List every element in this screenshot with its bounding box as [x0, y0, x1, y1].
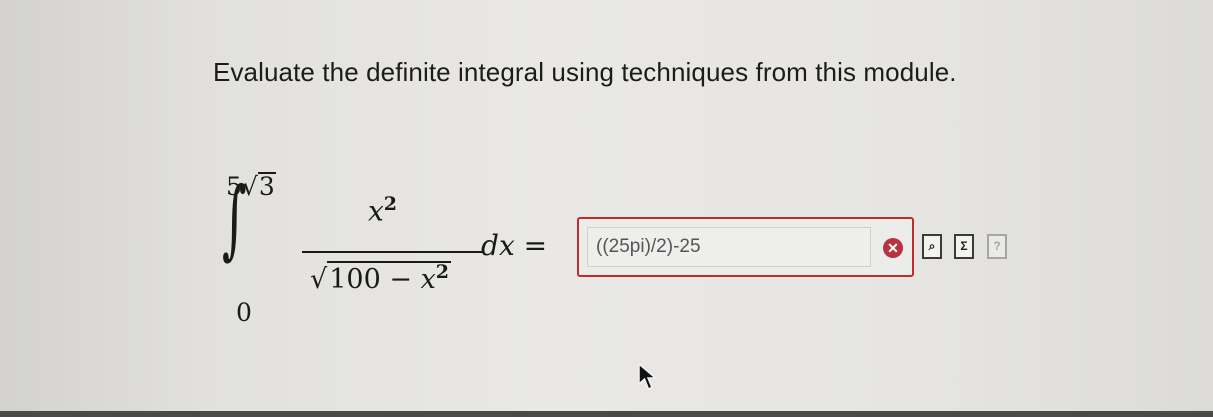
integrand-numerator: x2: [368, 193, 397, 227]
help-icon[interactable]: ?: [987, 234, 1007, 259]
bottom-bar: [0, 411, 1213, 417]
integrand-denominator: √100 − x2: [310, 261, 452, 295]
upper-limit-coefficient: 5: [226, 172, 242, 201]
denominator-variable: x: [420, 264, 436, 295]
fraction-bar: [302, 251, 482, 253]
mouse-cursor-icon: [638, 362, 658, 390]
question-prompt: Evaluate the definite integral using tec…: [213, 57, 957, 87]
denominator-radicand: 100 − x2: [327, 261, 452, 295]
denominator-exponent: 2: [435, 261, 450, 283]
differential-d: d: [481, 229, 499, 262]
denominator-radical: √: [310, 264, 328, 295]
upper-limit: 5√3: [226, 172, 276, 201]
lower-limit: 0: [236, 298, 252, 327]
numerator-variable: x: [368, 194, 384, 228]
equals-sign: =: [523, 229, 548, 262]
upper-limit-radical: √: [241, 172, 258, 201]
numerator-exponent: 2: [383, 193, 398, 215]
upper-limit-radicand: 3: [257, 172, 276, 201]
preview-icon[interactable]: ⌕: [922, 234, 942, 259]
equation-editor-icon[interactable]: Σ: [954, 234, 974, 259]
answer-box: ✕: [577, 217, 914, 277]
denominator-constant: 100 −: [329, 264, 412, 295]
incorrect-x-icon: ✕: [883, 238, 903, 258]
differential-and-equals: dx =: [481, 229, 547, 262]
differential-variable: x: [498, 229, 515, 262]
answer-input[interactable]: [587, 227, 871, 267]
